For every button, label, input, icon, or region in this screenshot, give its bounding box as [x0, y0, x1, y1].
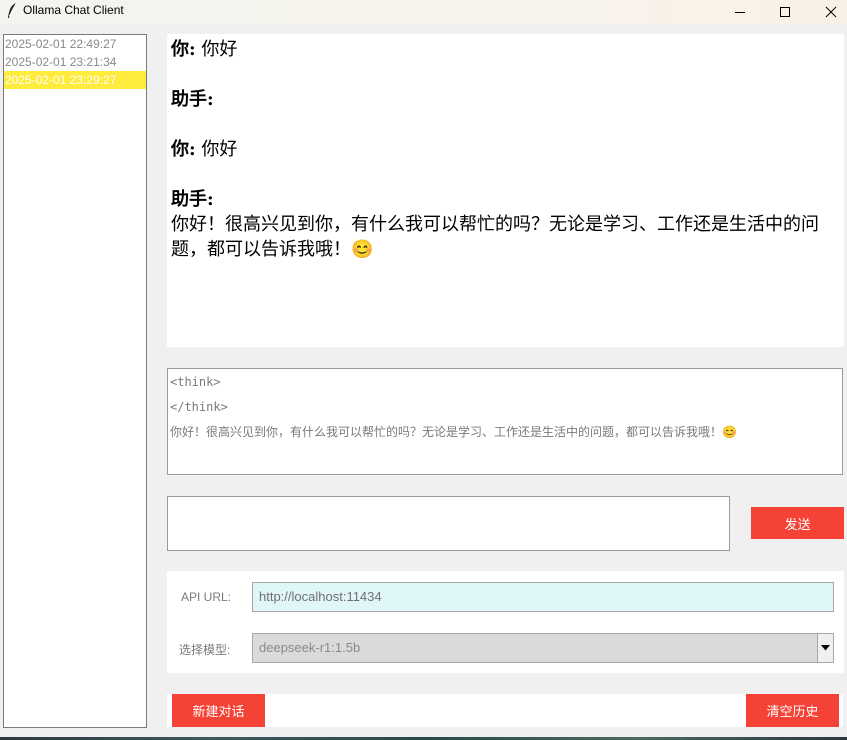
session-item[interactable]: 2025-02-01 22:49:27: [4, 35, 146, 53]
close-button[interactable]: [808, 0, 847, 24]
raw-line: </think>: [170, 400, 228, 414]
api-url-input[interactable]: http://localhost:11434: [252, 582, 834, 612]
clear-history-button[interactable]: 清空历史: [746, 694, 839, 727]
speaker-label: 你:: [171, 139, 196, 160]
model-select[interactable]: deepseek-r1:1.5b: [252, 633, 834, 663]
message-text: 你好: [201, 39, 238, 60]
chat-message: 你: 你好: [171, 37, 840, 62]
raw-output-box[interactable]: <think> </think> 你好！很高兴见到你，有什么我可以帮忙的吗？无论…: [167, 368, 843, 475]
new-chat-button[interactable]: 新建对话: [172, 694, 265, 727]
dropdown-arrow[interactable]: [817, 634, 833, 662]
speaker-label: 助手:: [171, 89, 214, 110]
title-bar: Ollama Chat Client: [0, 0, 847, 24]
model-label: 选择模型:: [179, 643, 231, 657]
chat-message: 助手: 你好！很高兴见到你，有什么我可以帮忙的吗？无论是学习、工作还是生活中的问…: [171, 187, 840, 262]
settings-panel: API URL: http://localhost:11434 选择模型: de…: [167, 571, 844, 673]
minimize-icon: [735, 12, 745, 13]
session-item-selected[interactable]: 2025-02-01 23:29:27: [4, 71, 146, 89]
maximize-icon: [780, 7, 790, 17]
chevron-down-icon: [821, 645, 830, 651]
minimize-button[interactable]: [717, 0, 763, 24]
chat-message: 助手:: [171, 87, 840, 112]
send-button[interactable]: 发送: [751, 507, 844, 539]
raw-line: <think>: [170, 375, 221, 389]
api-url-label: API URL:: [181, 590, 232, 604]
message-text: 你好！很高兴见到你，有什么我可以帮忙的吗？无论是学习、工作还是生活中的问题，都可…: [171, 214, 819, 260]
session-list[interactable]: 2025-02-01 22:49:27 2025-02-01 23:21:34 …: [3, 34, 147, 728]
message-input[interactable]: [167, 496, 730, 551]
model-selected-value: deepseek-r1:1.5b: [259, 640, 361, 655]
speaker-label: 你:: [171, 39, 196, 60]
window-title: Ollama Chat Client: [23, 3, 124, 17]
raw-line: 你好！很高兴见到你，有什么我可以帮忙的吗？无论是学习、工作还是生活中的问题，都可…: [170, 425, 737, 439]
session-item[interactable]: 2025-02-01 23:21:34: [4, 53, 146, 71]
bottom-bar: [167, 694, 843, 727]
message-text: 你好: [201, 139, 238, 160]
speaker-label: 助手:: [171, 189, 214, 210]
maximize-button[interactable]: [762, 0, 808, 24]
chat-display[interactable]: 你: 你好 助手: 你: 你好 助手: 你好！很高兴见到你，有什么我可以帮忙的吗…: [167, 34, 844, 347]
feather-icon: [6, 2, 18, 20]
close-icon: [825, 6, 837, 18]
chat-message: 你: 你好: [171, 137, 840, 162]
